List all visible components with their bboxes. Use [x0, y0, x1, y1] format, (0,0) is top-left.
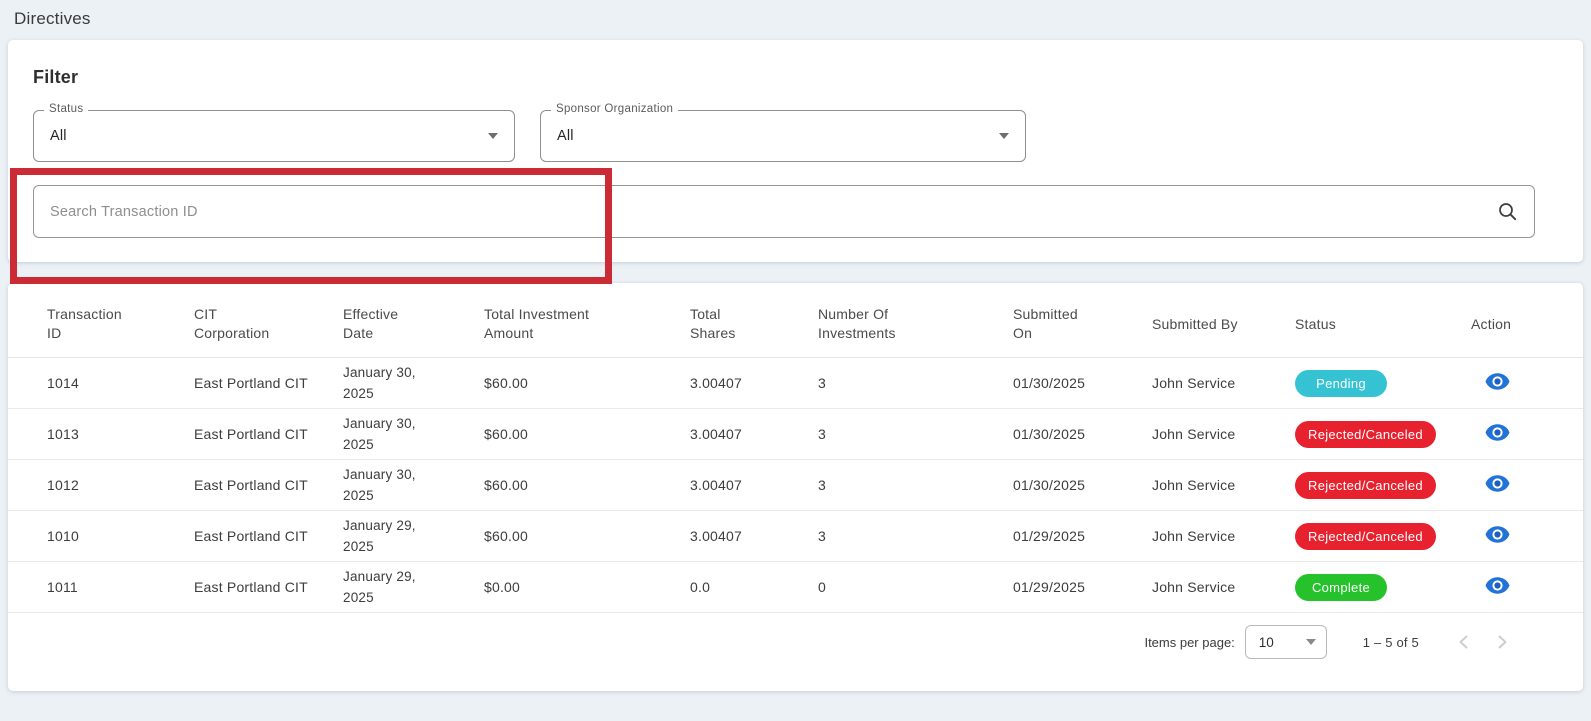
- column-header-submitted-on: Submitted On: [1013, 305, 1152, 343]
- filter-selects-row: Status All Sponsor Organization All: [33, 110, 1559, 162]
- page-title: Directives: [0, 0, 1591, 40]
- column-header-cit-corporation: CIT Corporation: [194, 305, 343, 343]
- column-header-transaction-id: Transaction ID: [47, 305, 194, 343]
- column-header-total-shares: Total Shares: [690, 305, 818, 343]
- column-header-action: Action: [1471, 315, 1567, 334]
- table-header-row: Transaction ID CIT Corporation Effective…: [8, 283, 1583, 358]
- table-row: 1010 East Portland CIT January 29, 2025 …: [8, 511, 1583, 562]
- status-badge: Complete: [1295, 574, 1387, 601]
- pagination-bar: Items per page: 10 1 – 5 of 5: [8, 623, 1583, 691]
- status-select-label: Status: [44, 103, 88, 115]
- items-per-page-select[interactable]: 10: [1245, 625, 1327, 659]
- pagination-range-label: 1 – 5 of 5: [1363, 635, 1419, 650]
- table-body: 1014 East Portland CIT January 30, 2025 …: [8, 358, 1583, 613]
- cell-cit-corporation: East Portland CIT: [194, 528, 343, 544]
- cell-submitted-by: John Service: [1152, 477, 1295, 493]
- cell-total-shares: 0.0: [690, 579, 818, 595]
- cell-cit-corporation: East Portland CIT: [194, 426, 343, 442]
- cell-number-of-investments: 3: [818, 426, 1013, 442]
- table-row: 1014 East Portland CIT January 30, 2025 …: [8, 358, 1583, 409]
- cell-submitted-by: John Service: [1152, 528, 1295, 544]
- cell-transaction-id: 1012: [47, 477, 194, 493]
- column-header-total-investment-amount: Total Investment Amount: [484, 305, 690, 343]
- cell-submitted-on: 01/30/2025: [1013, 477, 1152, 493]
- cell-total-investment-amount: $60.00: [484, 477, 690, 493]
- sponsor-organization-select-value: All: [557, 128, 574, 144]
- status-badge: Pending: [1295, 370, 1387, 397]
- next-page-button[interactable]: [1483, 623, 1521, 661]
- cell-transaction-id: 1013: [47, 426, 194, 442]
- cell-total-investment-amount: $60.00: [484, 426, 690, 442]
- cell-effective-date: January 30, 2025: [343, 362, 484, 404]
- cell-number-of-investments: 3: [818, 477, 1013, 493]
- cell-submitted-on: 01/30/2025: [1013, 426, 1152, 442]
- cell-total-investment-amount: $60.00: [484, 375, 690, 391]
- column-header-submitted-by: Submitted By: [1152, 315, 1295, 334]
- view-action-eye-icon[interactable]: [1485, 373, 1510, 390]
- cell-submitted-on: 01/29/2025: [1013, 579, 1152, 595]
- sponsor-organization-select-label: Sponsor Organization: [551, 103, 678, 115]
- column-header-number-of-investments: Number Of Investments: [818, 305, 1013, 343]
- cell-number-of-investments: 3: [818, 528, 1013, 544]
- filter-card: Filter Status All Sponsor Organization A…: [8, 40, 1583, 262]
- sponsor-organization-select[interactable]: Sponsor Organization All: [540, 110, 1026, 162]
- cell-effective-date: January 30, 2025: [343, 464, 484, 506]
- cell-effective-date: January 29, 2025: [343, 566, 484, 608]
- table-row: 1012 East Portland CIT January 30, 2025 …: [8, 460, 1583, 511]
- cell-number-of-investments: 3: [818, 375, 1013, 391]
- chevron-down-icon: [999, 133, 1009, 139]
- status-badge: Rejected/Canceled: [1295, 523, 1436, 550]
- cell-total-shares: 3.00407: [690, 477, 818, 493]
- status-badge: Rejected/Canceled: [1295, 472, 1436, 499]
- cell-total-shares: 3.00407: [690, 528, 818, 544]
- cell-number-of-investments: 0: [818, 579, 1013, 595]
- items-per-page-value: 10: [1259, 635, 1274, 650]
- cell-effective-date: January 29, 2025: [343, 515, 484, 557]
- cell-transaction-id: 1010: [47, 528, 194, 544]
- cell-submitted-by: John Service: [1152, 579, 1295, 595]
- view-action-eye-icon[interactable]: [1485, 424, 1510, 441]
- cell-submitted-by: John Service: [1152, 426, 1295, 442]
- table-row: 1011 East Portland CIT January 29, 2025 …: [8, 562, 1583, 613]
- view-action-eye-icon[interactable]: [1485, 526, 1510, 543]
- cell-cit-corporation: East Portland CIT: [194, 375, 343, 391]
- directives-table-card: Transaction ID CIT Corporation Effective…: [8, 283, 1583, 691]
- chevron-down-icon: [488, 133, 498, 139]
- cell-total-shares: 3.00407: [690, 375, 818, 391]
- status-select-value: All: [50, 128, 67, 144]
- status-select[interactable]: Status All: [33, 110, 515, 162]
- view-action-eye-icon[interactable]: [1485, 577, 1510, 594]
- status-badge: Rejected/Canceled: [1295, 421, 1436, 448]
- cell-submitted-by: John Service: [1152, 375, 1295, 391]
- cell-total-shares: 3.00407: [690, 426, 818, 442]
- chevron-down-icon: [1306, 639, 1316, 645]
- search-icon[interactable]: [1497, 201, 1518, 222]
- cell-cit-corporation: East Portland CIT: [194, 579, 343, 595]
- cell-transaction-id: 1011: [47, 579, 194, 595]
- cell-transaction-id: 1014: [47, 375, 194, 391]
- cell-submitted-on: 01/30/2025: [1013, 375, 1152, 391]
- search-transaction-id-input[interactable]: [50, 204, 1497, 220]
- search-field: [33, 185, 1535, 238]
- previous-page-button[interactable]: [1445, 623, 1483, 661]
- cell-cit-corporation: East Portland CIT: [194, 477, 343, 493]
- view-action-eye-icon[interactable]: [1485, 475, 1510, 492]
- cell-total-investment-amount: $0.00: [484, 579, 690, 595]
- items-per-page-label: Items per page:: [1144, 635, 1234, 650]
- table-row: 1013 East Portland CIT January 30, 2025 …: [8, 409, 1583, 460]
- column-header-status: Status: [1295, 315, 1471, 334]
- filter-heading: Filter: [33, 64, 1559, 90]
- cell-submitted-on: 01/29/2025: [1013, 528, 1152, 544]
- column-header-effective-date: Effective Date: [343, 305, 484, 343]
- cell-effective-date: January 30, 2025: [343, 413, 484, 455]
- cell-total-investment-amount: $60.00: [484, 528, 690, 544]
